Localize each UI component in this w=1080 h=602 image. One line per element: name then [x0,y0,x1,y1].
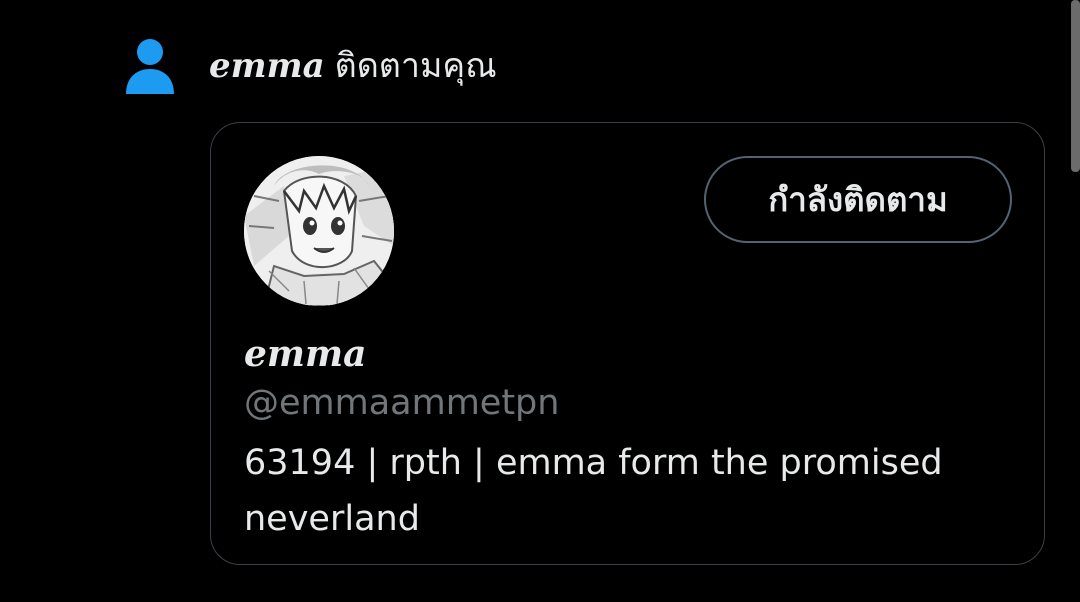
profile-display-name[interactable]: emma [244,330,366,378]
notification-action-text: ติดตามคุณ [334,46,497,86]
follow-notification[interactable]: emma ติดตามคุณ [0,0,1080,110]
profile-avatar[interactable] [244,156,394,306]
scrollbar[interactable] [1071,0,1080,172]
profile-card[interactable]: กำลังติดตาม emma @emmaammetpn 63194 | rp… [210,122,1045,565]
notification-text: emma ติดตามคุณ [209,38,497,94]
profile-bio: 63194 | rpth | emma form the promised ne… [244,443,943,539]
profile-handle[interactable]: @emmaammetpn [244,379,559,427]
following-button[interactable]: กำลังติดตาม [704,156,1012,243]
person-icon [124,38,176,96]
notification-user-name[interactable]: emma [209,46,325,86]
